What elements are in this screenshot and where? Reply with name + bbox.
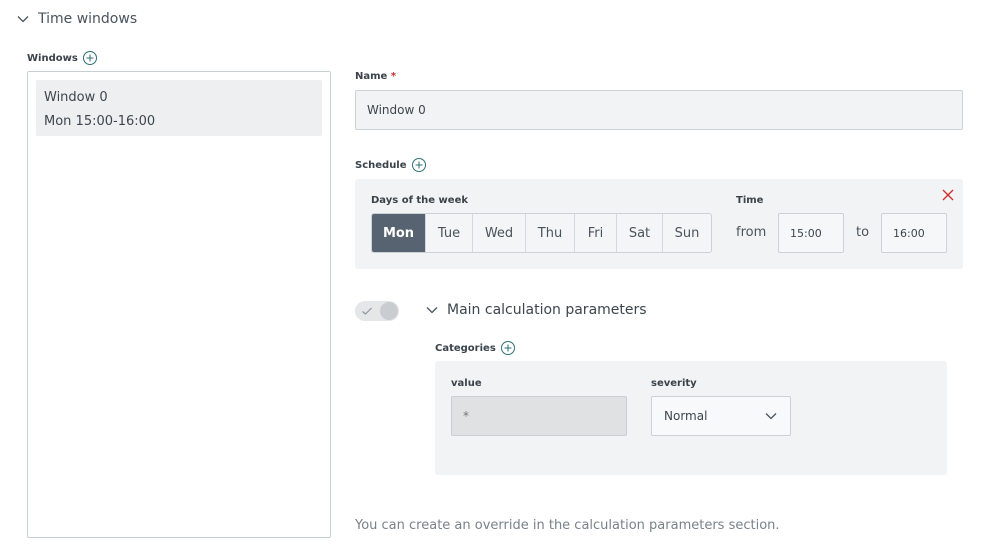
chevron-down-icon (426, 307, 438, 314)
categories-label: Categories (435, 342, 496, 354)
from-time-input[interactable] (778, 213, 844, 253)
day-button-thu[interactable]: Thu (526, 214, 575, 252)
required-mark: * (390, 71, 397, 82)
day-button-sun[interactable]: Sun (663, 214, 711, 252)
time-windows-header[interactable]: Time windows (16, 11, 137, 27)
value-label: value (451, 378, 482, 389)
remove-schedule-close-icon[interactable] (941, 188, 955, 202)
add-category-plus-icon[interactable] (500, 340, 516, 356)
severity-select[interactable]: Normal (651, 396, 791, 436)
main-params-toggle[interactable] (355, 301, 399, 321)
windows-list: Window 0 Mon 15:00-16:00 (27, 71, 331, 538)
from-label: from (736, 225, 767, 240)
name-label-row: Name * (355, 71, 396, 82)
add-window-plus-icon[interactable] (82, 50, 98, 66)
category-entry: value severity Normal (435, 361, 947, 475)
name-input[interactable] (355, 90, 963, 130)
chevron-down-icon (17, 16, 29, 23)
day-button-tue[interactable]: Tue (426, 214, 473, 252)
day-button-sat[interactable]: Sat (617, 214, 663, 252)
time-label: Time (736, 195, 764, 206)
override-hint-text: You can create an override in the calcul… (355, 518, 780, 533)
schedule-label: Schedule (355, 159, 407, 171)
to-label: to (856, 225, 870, 240)
value-input[interactable] (451, 396, 627, 436)
to-time-input[interactable] (881, 213, 947, 253)
name-label-text: Name (355, 71, 388, 82)
windows-label-row: Windows (27, 50, 98, 66)
chevron-down-icon (765, 413, 777, 420)
toggle-knob (380, 302, 398, 320)
windows-label: Windows (27, 52, 78, 64)
days-of-week-label: Days of the week (371, 195, 469, 206)
main-params-title: Main calculation parameters (447, 302, 647, 318)
add-schedule-plus-icon[interactable] (411, 157, 427, 173)
schedule-entry: Days of the week Mon Tue Wed Thu Fri Sat… (355, 179, 963, 269)
categories-label-row: Categories (435, 340, 516, 356)
severity-label: severity (651, 378, 697, 389)
day-button-mon[interactable]: Mon (372, 214, 426, 252)
check-icon (362, 307, 372, 315)
name-label: Name * (355, 71, 396, 82)
day-button-fri[interactable]: Fri (575, 214, 617, 252)
severity-value: Normal (664, 409, 708, 423)
section-title: Time windows (38, 11, 138, 27)
window-list-item[interactable]: Window 0 Mon 15:00-16:00 (36, 80, 322, 136)
schedule-label-row: Schedule (355, 157, 427, 173)
day-button-wed[interactable]: Wed (473, 214, 526, 252)
window-item-name: Window 0 (44, 90, 108, 105)
window-item-summary: Mon 15:00-16:00 (44, 114, 156, 129)
days-of-week-selector: Mon Tue Wed Thu Fri Sat Sun (371, 213, 712, 253)
main-calculation-parameters-header[interactable]: Main calculation parameters (425, 302, 647, 318)
